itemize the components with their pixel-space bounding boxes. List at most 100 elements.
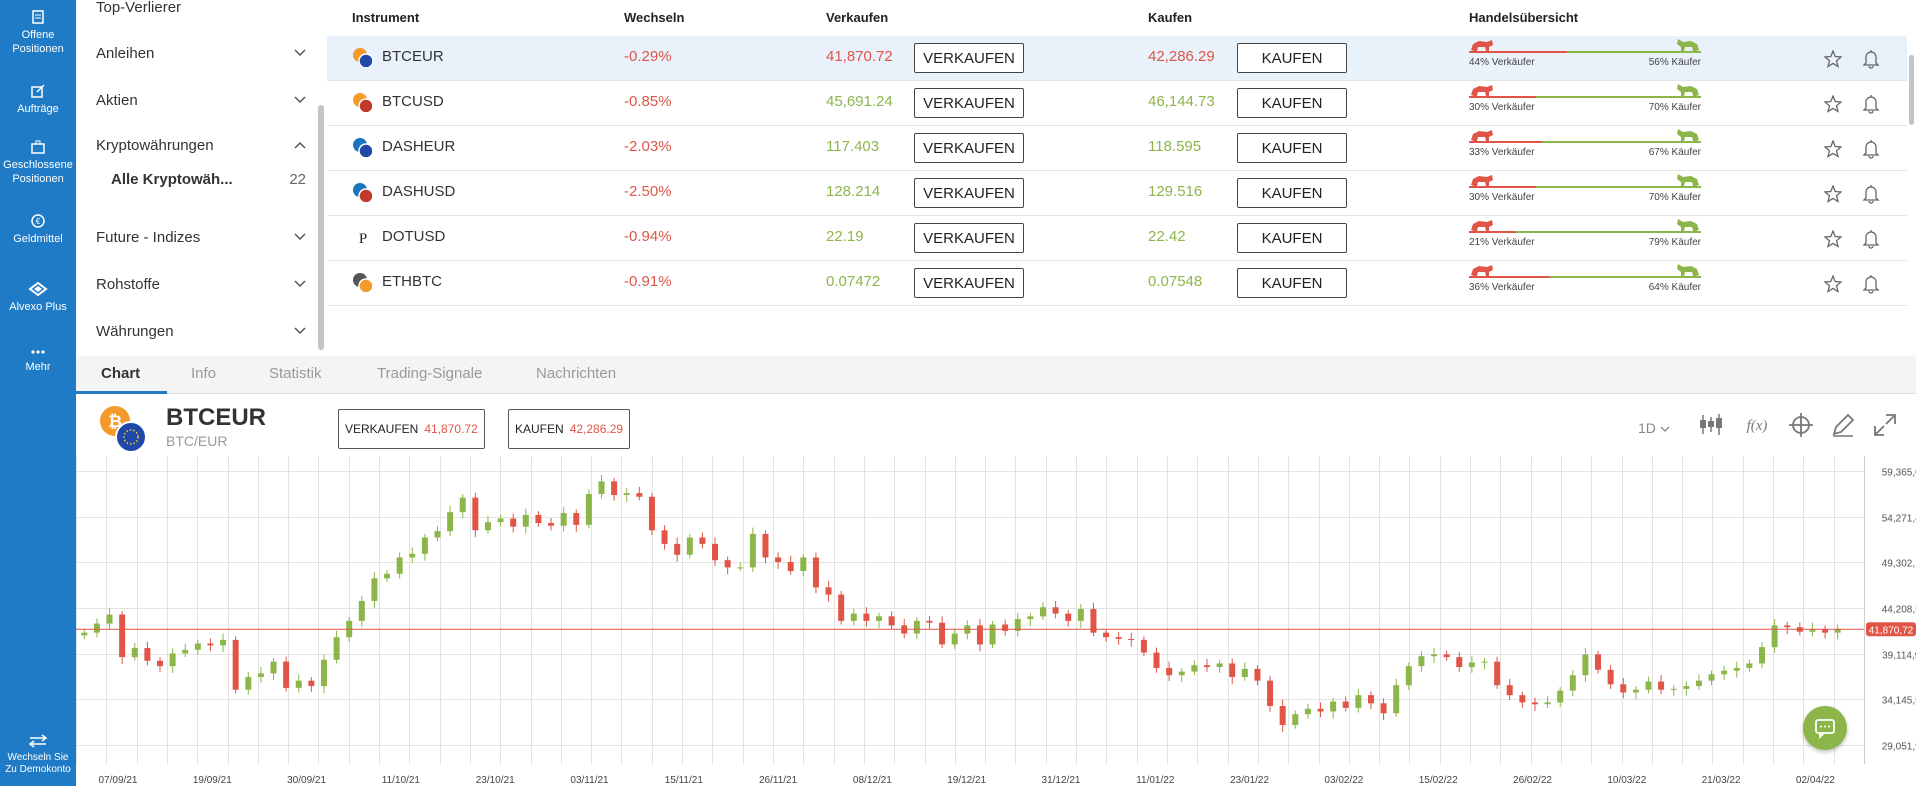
sentiment-bar: 21% Verkäufer 79% Käufer bbox=[1469, 218, 1701, 260]
svg-text:f(x): f(x) bbox=[1747, 418, 1768, 434]
buy-button[interactable]: KAUFEN bbox=[1237, 133, 1347, 163]
chart-symbol: BTCEUR bbox=[166, 404, 266, 431]
sentiment-bar: 36% Verkäufer 64% Käufer bbox=[1469, 263, 1701, 305]
buyers-bar bbox=[1516, 231, 1701, 233]
switch-arrows-icon bbox=[28, 734, 48, 748]
table-row[interactable]: DASHEUR -2.03% 117.403 VERKAUFEN 118.595… bbox=[327, 126, 1907, 171]
rail-closed-positions[interactable]: Geschlossene Positionen bbox=[0, 140, 76, 186]
buy-button[interactable]: KAUFEN bbox=[1237, 43, 1347, 73]
timeframe-select[interactable]: 1D bbox=[1638, 420, 1670, 436]
rail-orders[interactable]: Aufträge bbox=[0, 84, 76, 116]
buy-button[interactable]: KAUFEN bbox=[1237, 223, 1347, 253]
rail-more[interactable]: Mehr bbox=[0, 348, 76, 374]
category-bonds[interactable]: Anleihen bbox=[96, 41, 306, 65]
header-buy[interactable]: Kaufen bbox=[1148, 10, 1192, 25]
price-chart[interactable]: 59,365,04 54,271,45 49,302,10 44,208,52 39,1… bbox=[76, 456, 1916, 786]
tab-statistics[interactable]: Statistik bbox=[269, 365, 322, 382]
instrument-buy-price: 42,286.29 bbox=[1148, 48, 1215, 65]
category-crypto[interactable]: Kryptowährungen bbox=[96, 133, 306, 157]
instrument-symbol: BTCEUR bbox=[382, 48, 444, 65]
x-tick-label: 02/04/22 bbox=[1796, 775, 1835, 786]
sell-button[interactable]: VERKAUFEN bbox=[914, 133, 1024, 163]
candle-body bbox=[1456, 657, 1463, 668]
star-icon[interactable] bbox=[1824, 230, 1842, 248]
buy-button[interactable]: KAUFEN bbox=[1237, 178, 1347, 208]
candles-icon[interactable] bbox=[1698, 412, 1724, 438]
buyers-label: 70% Käufer bbox=[1648, 192, 1701, 203]
candle-body bbox=[1683, 686, 1690, 689]
candle-body bbox=[220, 639, 227, 646]
header-instrument[interactable]: Instrument bbox=[352, 10, 419, 25]
bell-icon[interactable] bbox=[1862, 229, 1880, 249]
rail-open-positions[interactable]: Offene Positionen bbox=[0, 10, 76, 56]
chart-sell-button[interactable]: VERKAUFEN 41,870.72 bbox=[338, 409, 485, 449]
buyers-label: 70% Käufer bbox=[1648, 102, 1701, 113]
table-row[interactable]: ETHBTC -0.91% 0.07472 VERKAUFEN 0.07548 … bbox=[327, 261, 1907, 306]
table-scrollbar[interactable] bbox=[1909, 55, 1914, 125]
rail-alvexo-plus[interactable]: Alvexo Plus bbox=[0, 282, 76, 314]
header-sell[interactable]: Verkaufen bbox=[826, 10, 888, 25]
sell-button[interactable]: VERKAUFEN bbox=[914, 178, 1024, 208]
rail-switch-demo[interactable]: Wechseln Sie Zu Demokonto bbox=[0, 734, 76, 776]
table-row[interactable]: BTCEUR -0.29% 41,870.72 VERKAUFEN 42,286… bbox=[327, 36, 1907, 81]
star-icon[interactable] bbox=[1824, 50, 1842, 68]
category-scrollbar[interactable] bbox=[318, 105, 324, 350]
table-row[interactable]: BTCUSD -0.85% 45,691.24 VERKAUFEN 46,144… bbox=[327, 81, 1907, 126]
category-all-crypto[interactable]: Alle Kryptowäh... 22 bbox=[111, 171, 306, 188]
tab-news[interactable]: Nachrichten bbox=[536, 365, 616, 382]
chat-button[interactable] bbox=[1803, 706, 1847, 750]
candle-body bbox=[182, 649, 189, 654]
candle-body bbox=[913, 620, 920, 634]
star-icon[interactable] bbox=[1824, 275, 1842, 293]
candle-body bbox=[623, 493, 630, 495]
star-icon[interactable] bbox=[1824, 95, 1842, 113]
function-icon[interactable]: f(x) bbox=[1742, 412, 1772, 438]
tab-info[interactable]: Info bbox=[191, 365, 216, 382]
table-row[interactable]: DASHUSD -2.50% 128.214 VERKAUFEN 129.516… bbox=[327, 171, 1907, 216]
header-change[interactable]: Wechseln bbox=[624, 10, 684, 25]
buyers-label: 64% Käufer bbox=[1648, 282, 1701, 293]
bell-icon[interactable] bbox=[1862, 184, 1880, 204]
fullscreen-icon[interactable] bbox=[1872, 412, 1898, 438]
candle-body bbox=[1431, 654, 1438, 657]
pencil-icon[interactable] bbox=[1830, 412, 1856, 438]
candle-body bbox=[787, 561, 794, 572]
candle-body bbox=[573, 513, 580, 525]
sell-button[interactable]: VERKAUFEN bbox=[914, 223, 1024, 253]
category-top-losers[interactable]: Top-Verlierer bbox=[96, 0, 306, 19]
category-currencies[interactable]: Währungen bbox=[96, 319, 306, 343]
sentiment-bar: 44% Verkäufer 56% Käufer bbox=[1469, 38, 1701, 80]
buy-button[interactable]: KAUFEN bbox=[1237, 268, 1347, 298]
tab-chart[interactable]: Chart bbox=[101, 365, 140, 382]
candle-body bbox=[1241, 668, 1248, 678]
instrument-buy-price: 22.42 bbox=[1148, 228, 1186, 245]
rail-funds[interactable]: € Geldmittel bbox=[0, 214, 76, 246]
category-future-indices[interactable]: Future - Indizes bbox=[96, 225, 306, 249]
candle-body bbox=[1317, 708, 1324, 712]
buy-button[interactable]: KAUFEN bbox=[1237, 88, 1347, 118]
category-stocks[interactable]: Aktien bbox=[96, 88, 306, 112]
bell-icon[interactable] bbox=[1862, 139, 1880, 159]
category-commodities[interactable]: Rohstoffe bbox=[96, 272, 306, 296]
category-label: Top-Verlierer bbox=[96, 0, 182, 16]
candle-body bbox=[850, 613, 857, 621]
bell-icon[interactable] bbox=[1862, 94, 1880, 114]
chevron-down-icon bbox=[1660, 426, 1670, 432]
candle-body bbox=[838, 594, 845, 621]
sell-button[interactable]: VERKAUFEN bbox=[914, 268, 1024, 298]
bell-icon[interactable] bbox=[1862, 274, 1880, 294]
chart-canvas[interactable]: 59,365,04 54,271,45 49,302,10 44,208,52 39,1… bbox=[76, 456, 1916, 786]
tab-trading-signals[interactable]: Trading-Signale bbox=[377, 365, 482, 382]
sell-button[interactable]: VERKAUFEN bbox=[914, 88, 1024, 118]
sell-button[interactable]: VERKAUFEN bbox=[914, 43, 1024, 73]
candle-body bbox=[1759, 647, 1766, 664]
candle-body bbox=[81, 632, 88, 636]
star-icon[interactable] bbox=[1824, 140, 1842, 158]
star-icon[interactable] bbox=[1824, 185, 1842, 203]
chart-buy-button[interactable]: KAUFEN 42,286.29 bbox=[508, 409, 631, 449]
x-tick-label: 07/09/21 bbox=[99, 775, 138, 786]
table-row[interactable]: P DOTUSD -0.94% 22.19 VERKAUFEN 22.42 KA… bbox=[327, 216, 1907, 261]
bell-icon[interactable] bbox=[1862, 49, 1880, 69]
crosshair-icon[interactable] bbox=[1788, 412, 1814, 438]
rail-label: Geldmittel bbox=[13, 233, 63, 245]
